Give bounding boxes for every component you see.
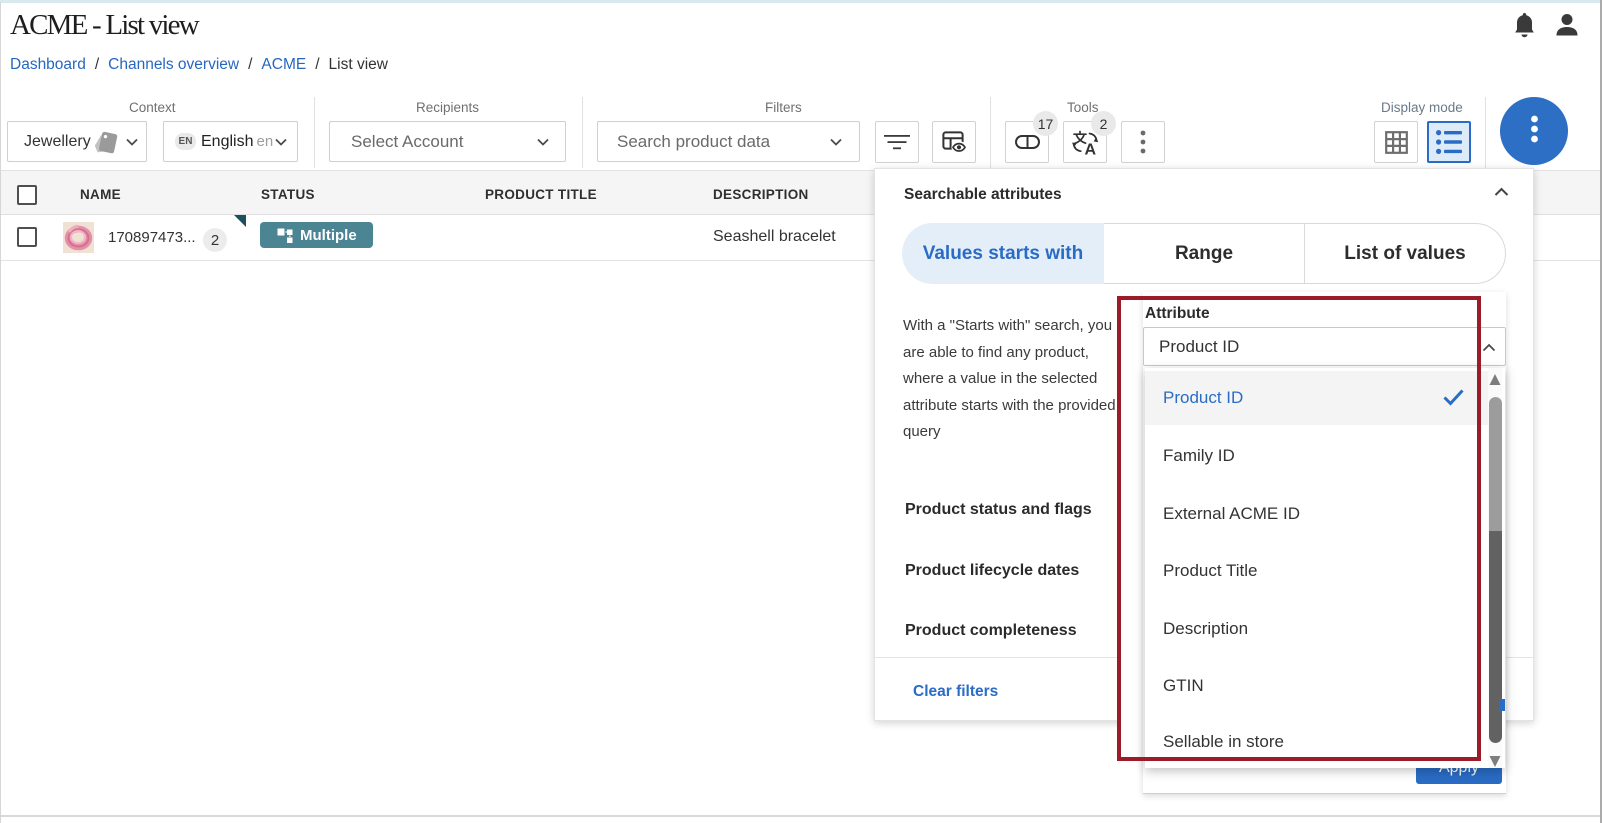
svg-text:A: A [1084, 141, 1096, 156]
